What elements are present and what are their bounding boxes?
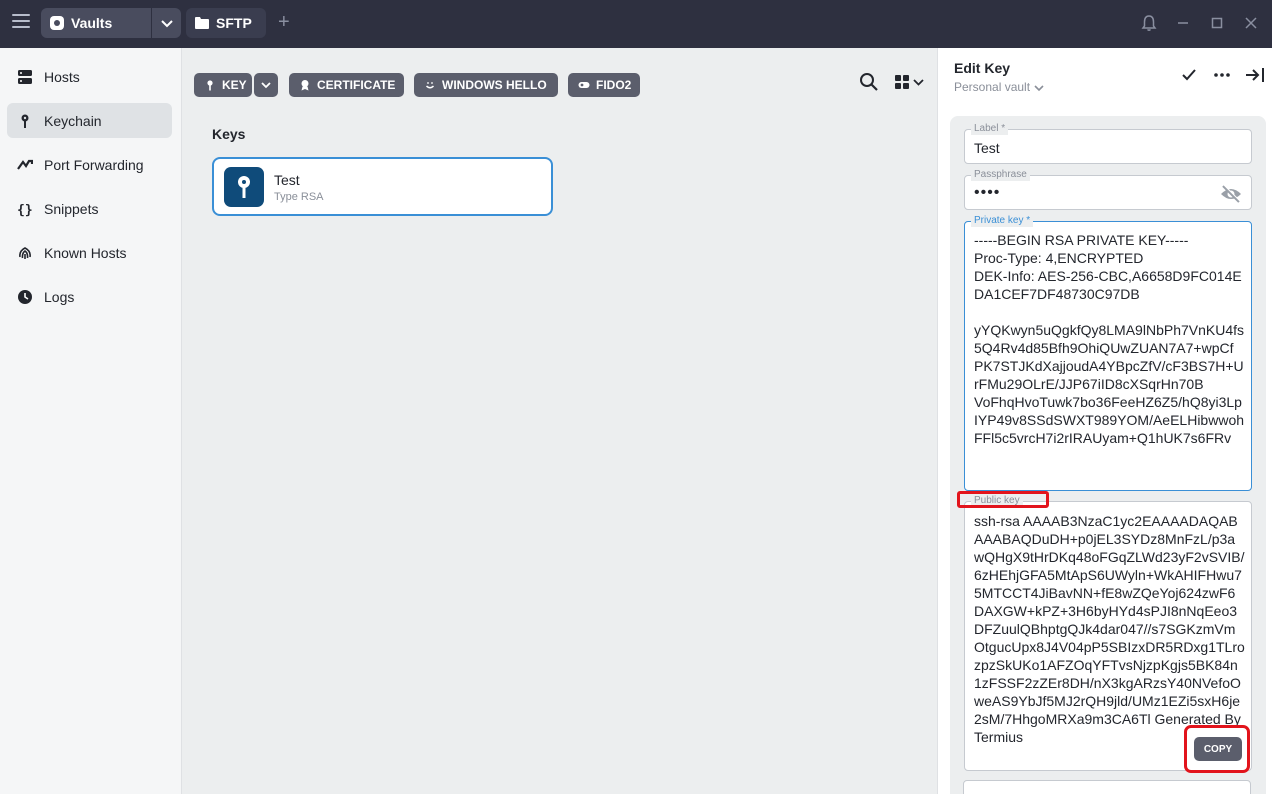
windows-hello-button[interactable]: WINDOWS HELLO bbox=[414, 73, 558, 97]
bell-icon[interactable] bbox=[1140, 14, 1158, 32]
panel-title: Edit Key bbox=[954, 60, 1011, 76]
field-label: Passphrase bbox=[971, 169, 1030, 181]
sidebar-item-logs[interactable]: Logs bbox=[7, 279, 172, 314]
certificate-icon bbox=[301, 80, 309, 91]
windows-hello-button-label: WINDOWS HELLO bbox=[442, 78, 547, 92]
sidebar-item-known-hosts[interactable]: Known Hosts bbox=[7, 235, 172, 270]
certificate-button-label: CERTIFICATE bbox=[317, 78, 396, 92]
next-field[interactable] bbox=[963, 780, 1251, 794]
hosts-icon bbox=[18, 70, 32, 84]
sidebar-item-port-forwarding[interactable]: Port Forwarding bbox=[7, 147, 172, 182]
hide-password-icon[interactable] bbox=[1219, 184, 1243, 204]
sidebar-item-label: Known Hosts bbox=[44, 244, 127, 261]
sidebar-item-label: Snippets bbox=[44, 200, 99, 217]
snippets-icon: {} bbox=[17, 203, 33, 217]
sidebar-item-hosts[interactable]: Hosts bbox=[7, 59, 172, 94]
tab-vaults[interactable]: Vaults bbox=[41, 8, 181, 38]
maximize-icon[interactable] bbox=[1208, 14, 1226, 32]
passphrase-input[interactable]: •••• bbox=[974, 184, 1000, 202]
field-label: Private key * bbox=[971, 215, 1034, 227]
passphrase-field[interactable]: Passphrase •••• bbox=[964, 169, 1252, 210]
key-card[interactable]: Test Type RSA bbox=[212, 157, 553, 216]
private-key-textarea[interactable]: -----BEGIN RSA PRIVATE KEY----- Proc-Typ… bbox=[974, 231, 1245, 489]
label-field[interactable]: Label * Test bbox=[964, 123, 1252, 164]
menu-icon[interactable] bbox=[12, 14, 30, 32]
search-icon[interactable] bbox=[859, 72, 879, 92]
key-type: Type RSA bbox=[274, 191, 324, 203]
sidebar-item-label: Hosts bbox=[44, 68, 80, 85]
fingerprint-icon bbox=[19, 247, 31, 259]
key-icon bbox=[207, 80, 213, 91]
sidebar-item-keychain[interactable]: Keychain bbox=[7, 103, 172, 138]
highlight-copy-button bbox=[1184, 725, 1250, 773]
label-input[interactable]: Test bbox=[974, 140, 1000, 156]
chevron-down-icon bbox=[261, 82, 271, 89]
sidebar-item-snippets[interactable]: {} Snippets bbox=[7, 191, 172, 226]
key-avatar bbox=[224, 167, 264, 207]
fido2-button-label: FIDO2 bbox=[596, 78, 632, 92]
sidebar-item-label: Logs bbox=[44, 288, 75, 305]
more-icon[interactable] bbox=[1213, 67, 1231, 83]
folder-icon bbox=[195, 17, 209, 29]
private-key-field[interactable]: Private key * -----BEGIN RSA PRIVATE KEY… bbox=[964, 215, 1252, 491]
minimize-icon[interactable] bbox=[1174, 14, 1192, 32]
collapse-panel-icon[interactable] bbox=[1245, 67, 1265, 83]
title-bar: Vaults SFTP + bbox=[0, 0, 1272, 48]
fido2-button[interactable]: FIDO2 bbox=[568, 73, 640, 97]
tab-label: SFTP bbox=[216, 15, 252, 31]
key-name: Test bbox=[274, 172, 300, 188]
keys-heading: Keys bbox=[212, 126, 246, 142]
key-icon bbox=[21, 114, 29, 128]
tab-sftp[interactable]: SFTP bbox=[186, 8, 266, 38]
new-tab-icon[interactable]: + bbox=[278, 12, 290, 32]
field-label: Label * bbox=[971, 123, 1009, 135]
close-icon[interactable] bbox=[1242, 14, 1260, 32]
vault-selector[interactable]: Personal vault bbox=[954, 80, 1045, 94]
vault-icon bbox=[50, 16, 64, 30]
security-key-icon bbox=[578, 82, 590, 88]
clock-icon bbox=[18, 290, 32, 304]
edit-key-panel: Edit Key Personal vault Label * Test Pas… bbox=[937, 48, 1272, 794]
key-button-label: KEY bbox=[222, 78, 247, 92]
key-options-button[interactable] bbox=[254, 73, 278, 97]
smile-icon bbox=[425, 82, 435, 89]
sidebar: Hosts Keychain Port Forwarding {} Snippe… bbox=[0, 48, 182, 794]
highlight-public-key-label bbox=[957, 491, 1049, 508]
certificate-button[interactable]: CERTIFICATE bbox=[289, 73, 404, 97]
chevron-down-icon[interactable] bbox=[159, 15, 175, 31]
svg-text:{}: {} bbox=[17, 203, 33, 217]
sidebar-item-label: Keychain bbox=[44, 112, 102, 129]
new-key-button[interactable]: KEY bbox=[194, 73, 252, 97]
chevron-down-icon bbox=[1034, 85, 1044, 91]
key-icon bbox=[238, 176, 250, 198]
public-key-textarea[interactable]: ssh-rsa AAAAB3NzaC1yc2EAAAADAQABAAABAQDu… bbox=[974, 512, 1245, 758]
check-icon[interactable] bbox=[1181, 67, 1197, 83]
tab-label: Vaults bbox=[71, 15, 113, 31]
port-forwarding-icon bbox=[17, 159, 33, 170]
vault-name: Personal vault bbox=[954, 80, 1031, 94]
grid-view-icon[interactable] bbox=[895, 74, 927, 90]
sidebar-item-label: Port Forwarding bbox=[44, 156, 144, 173]
